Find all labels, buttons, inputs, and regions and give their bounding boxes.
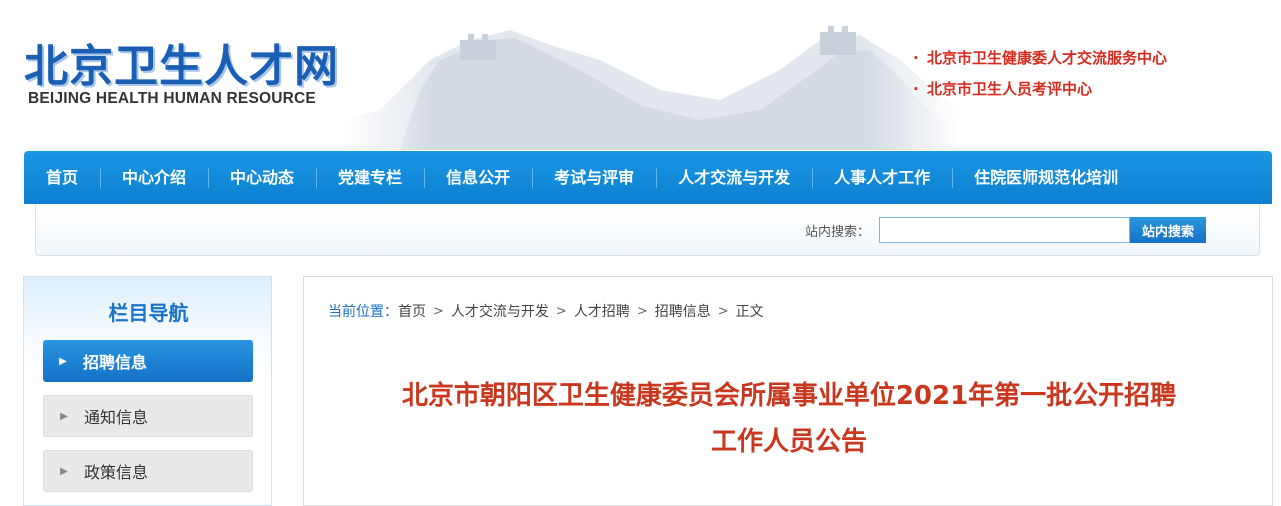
org-link-evaluation-center[interactable]: · 北京市卫生人员考评中心 (913, 73, 1167, 104)
search-input[interactable] (879, 217, 1130, 243)
sidebar-item-recruitment[interactable]: ▶ 招聘信息 (43, 340, 253, 382)
bullet-icon: · (913, 48, 919, 67)
main-nav: 首页 中心介绍 中心动态 党建专栏 信息公开 考试与评审 人才交流与开发 人事人… (24, 151, 1272, 204)
org-label: 北京市卫生人员考评中心 (927, 80, 1093, 98)
nav-item-news[interactable]: 中心动态 (208, 151, 316, 204)
breadcrumb-current: 正文 (735, 304, 764, 320)
triangle-right-icon: ▶ (59, 355, 67, 367)
sidebar-item-label: 招聘信息 (83, 353, 148, 372)
breadcrumb-talent-recruitment[interactable]: 人才招聘 (574, 301, 630, 321)
chevron-right-icon: > (555, 303, 567, 319)
sidebar-item-policies[interactable]: ▶ 政策信息 (43, 450, 253, 492)
triangle-right-icon: ▶ (60, 465, 68, 477)
sidebar-item-notices[interactable]: ▶ 通知信息 (43, 395, 253, 437)
search-button[interactable]: 站内搜索 (1130, 217, 1206, 243)
article-title-line: 北京市朝阳区卫生健康委员会所属事业单位2021年第一批公开招聘 (401, 381, 1177, 411)
sidebar: 栏目导航 ▶ 招聘信息 ▶ 通知信息 ▶ 政策信息 (23, 276, 272, 506)
nav-item-party[interactable]: 党建专栏 (316, 151, 424, 204)
breadcrumb-home[interactable]: 首页 (398, 301, 426, 321)
org-link-talent-exchange[interactable]: · 北京市卫生健康委人才交流服务中心 (913, 42, 1167, 73)
site-header: 北京卫生人才网 BEIJING HEALTH HUMAN RESOURCE · … (0, 0, 1281, 150)
breadcrumb-talent-exchange[interactable]: 人才交流与开发 (451, 301, 549, 321)
breadcrumb-recruitment-info[interactable]: 招聘信息 (655, 301, 711, 321)
sidebar-item-label: 政策信息 (84, 463, 149, 482)
main-content: 当前位置： 首页 > 人才交流与开发 > 人才招聘 > 招聘信息 > 正文 北京… (303, 276, 1273, 506)
nav-item-residency-training[interactable]: 住院医师规范化培训 (952, 151, 1140, 204)
great-wall-banner-image (340, 0, 960, 150)
article-title-line: 工作人员公告 (710, 427, 867, 457)
chevron-right-icon: > (433, 303, 444, 319)
breadcrumb: 当前位置： 首页 > 人才交流与开发 > 人才招聘 > 招聘信息 > 正文 (328, 301, 764, 321)
nav-item-hr-work[interactable]: 人事人才工作 (812, 151, 952, 204)
chevron-right-icon: > (717, 303, 729, 319)
search-bar: 站内搜索： 站内搜索 (35, 204, 1260, 256)
site-logo-chinese[interactable]: 北京卫生人才网 (24, 30, 339, 94)
org-label: 北京市卫生健康委人才交流服务中心 (927, 49, 1168, 67)
triangle-right-icon: ▶ (60, 410, 68, 422)
breadcrumb-label: 当前位置： (328, 304, 398, 320)
chevron-right-icon: > (636, 303, 648, 319)
nav-item-exams[interactable]: 考试与评审 (532, 151, 656, 204)
nav-item-about[interactable]: 中心介绍 (100, 151, 208, 204)
article-title: 北京市朝阳区卫生健康委员会所属事业单位2021年第一批公开招聘 工作人员公告 (324, 373, 1254, 465)
search-label: 站内搜索： (805, 225, 871, 240)
site-logo-english: BEIJING HEALTH HUMAN RESOURCE (28, 90, 316, 107)
sidebar-title: 栏目导航 (108, 301, 189, 325)
nav-item-talent-exchange[interactable]: 人才交流与开发 (656, 151, 812, 204)
nav-item-home[interactable]: 首页 (24, 151, 100, 204)
nav-item-disclosure[interactable]: 信息公开 (424, 151, 532, 204)
affiliated-orgs: · 北京市卫生健康委人才交流服务中心 · 北京市卫生人员考评中心 (913, 42, 1167, 104)
bullet-icon: · (913, 79, 919, 98)
sidebar-item-label: 通知信息 (84, 408, 149, 427)
